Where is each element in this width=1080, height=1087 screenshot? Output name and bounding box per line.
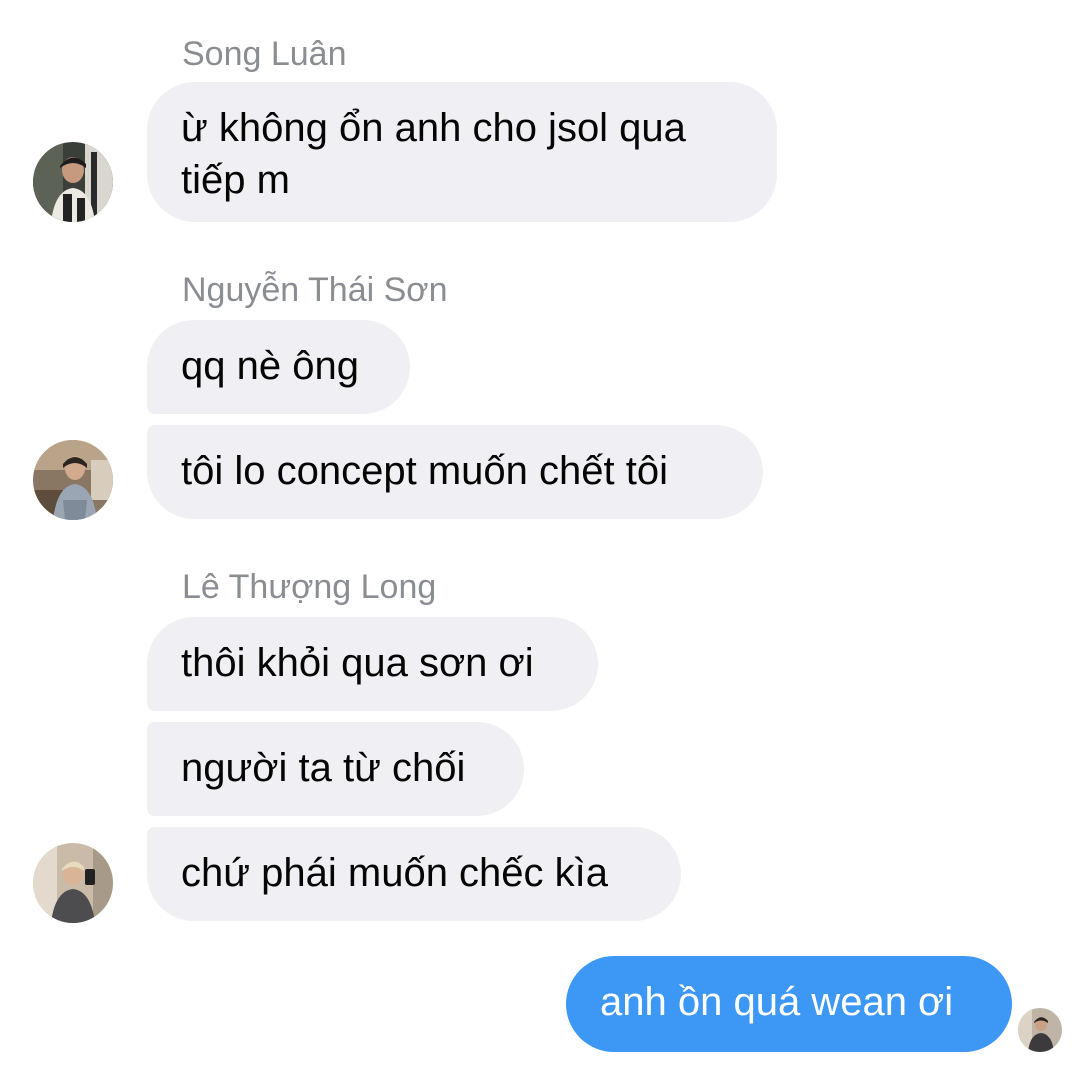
message-bubble[interactable]: tôi lo concept muốn chết tôi [147, 425, 763, 519]
message-text: qq nè ông [181, 344, 359, 388]
avatar-photo-icon [33, 440, 113, 520]
message-bubble[interactable]: thôi khỏi qua sơn ơi [147, 617, 598, 711]
message-text: thôi khỏi qua sơn ơi [181, 641, 534, 685]
avatar-nguyen-thai-son[interactable] [33, 440, 113, 520]
sender-name-song-luan: Song Luân [182, 35, 347, 73]
sender-name-le-thuong-long: Lê Thượng Long [182, 568, 437, 606]
message-text: anh ồn quá wean ơi [600, 980, 954, 1024]
sender-name-nguyen-thai-son: Nguyễn Thái Sơn [182, 271, 448, 309]
avatar-song-luan[interactable] [33, 142, 113, 222]
avatar-photo-icon [33, 142, 113, 222]
message-bubble[interactable]: người ta từ chối [147, 722, 524, 816]
message-bubble[interactable]: ừ không ổn anh cho jsol qua tiếp m [147, 82, 777, 222]
avatar-photo-icon [1018, 1008, 1062, 1052]
message-text: người ta từ chối [181, 746, 466, 790]
outgoing-message-bubble[interactable]: anh ồn quá wean ơi [566, 956, 1012, 1052]
message-text: tôi lo concept muốn chết tôi [181, 449, 668, 493]
message-bubble[interactable]: qq nè ông [147, 320, 410, 414]
avatar-le-thuong-long[interactable] [33, 843, 113, 923]
message-text: chứ phái muốn chếc kìa [181, 851, 609, 895]
avatar-photo-icon [33, 843, 113, 923]
read-receipt-avatar [1018, 1008, 1062, 1052]
message-bubble[interactable]: chứ phái muốn chếc kìa [147, 827, 681, 921]
message-text: ừ không ổn anh cho jsol qua tiếp m [181, 106, 686, 202]
